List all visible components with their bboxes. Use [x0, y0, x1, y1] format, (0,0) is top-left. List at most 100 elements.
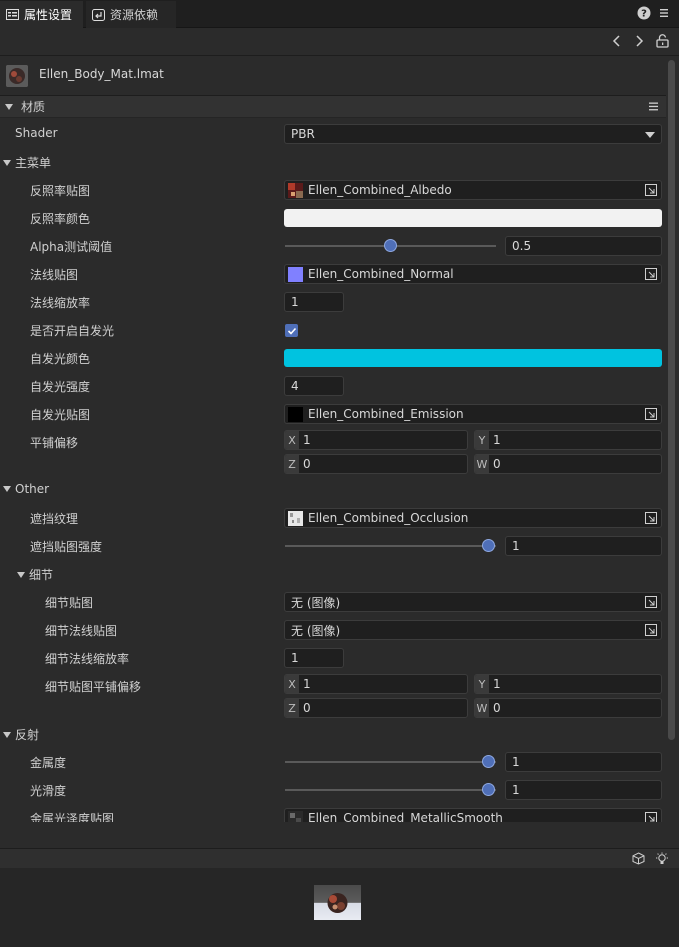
material-preview	[0, 868, 679, 947]
texture-thumbnail	[288, 266, 303, 282]
tiling-w-field[interactable]: W0	[474, 454, 662, 474]
smoothness-slider[interactable]	[285, 780, 496, 800]
property-label: 金属光泽度贴图	[30, 812, 115, 822]
emission-enable-row: 是否开启自发光	[0, 316, 666, 344]
group-main-menu[interactable]: 主菜单	[3, 154, 51, 171]
property-label: Alpha测试阈值	[30, 240, 113, 254]
tab-dependencies[interactable]: 资源依赖	[86, 1, 176, 28]
field-value: 1	[493, 433, 501, 447]
normal-scale-row: 法线缩放率 1	[0, 288, 666, 316]
axis-label: Z	[285, 455, 299, 473]
inspector-content: 材质 Shader PBR 主菜单 反照率贴图 Ellen_Combined_A…	[0, 96, 666, 822]
svg-text:?: ?	[641, 9, 647, 20]
tiling-z-field[interactable]: Z0	[284, 454, 468, 474]
detail-tiling-x-field[interactable]: X1	[284, 674, 468, 694]
tab-bar: 属性设置 资源依赖 ?	[0, 0, 679, 28]
picker-icon[interactable]	[645, 408, 657, 420]
property-label: 细节法线缩放率	[45, 652, 130, 666]
tiling-y-field[interactable]: Y1	[474, 430, 662, 450]
occlusion-texture-field[interactable]: Ellen_Combined_Occlusion	[284, 508, 662, 528]
metallic-input[interactable]: 1	[505, 752, 662, 772]
detail-normal-scale-input[interactable]: 1	[284, 648, 344, 668]
alpha-test-input[interactable]: 0.5	[505, 236, 662, 256]
property-label: 自发光强度	[30, 380, 91, 394]
normal-texture-row: 法线贴图 Ellen_Combined_Normal	[0, 260, 666, 288]
group-label: Other	[15, 482, 50, 496]
field-value: 1	[303, 677, 311, 691]
albedo-texture-field[interactable]: Ellen_Combined_Albedo	[284, 180, 662, 200]
emission-strength-row: 自发光强度 4	[0, 372, 666, 400]
emission-texture-field[interactable]: Ellen_Combined_Emission	[284, 404, 662, 424]
metallic-row: 金属度 1	[0, 748, 666, 776]
menu-icon[interactable]	[659, 8, 669, 18]
property-label: 是否开启自发光	[30, 324, 115, 338]
slider-knob[interactable]	[482, 539, 495, 552]
slider-knob[interactable]	[482, 755, 495, 768]
picker-icon[interactable]	[645, 268, 657, 280]
texture-name: Ellen_Combined_Albedo	[308, 183, 452, 197]
forward-icon[interactable]	[634, 34, 644, 48]
emission-color-swatch[interactable]	[284, 349, 662, 367]
metallic-slider[interactable]	[285, 752, 496, 772]
collapse-icon	[3, 159, 11, 166]
detail-texture-field[interactable]: 无 (图像)	[284, 592, 662, 612]
picker-icon[interactable]	[645, 512, 657, 524]
picker-icon[interactable]	[645, 812, 657, 822]
properties-icon	[6, 9, 19, 20]
menu-icon[interactable]	[649, 102, 658, 111]
emission-strength-input[interactable]: 4	[284, 376, 344, 396]
picker-icon[interactable]	[645, 624, 657, 636]
scrollbar-thumb[interactable]	[668, 60, 675, 740]
field-value: 1	[512, 783, 520, 797]
field-value: 1	[291, 651, 299, 665]
texture-name: Ellen_Combined_Normal	[308, 267, 454, 281]
picker-icon[interactable]	[645, 596, 657, 608]
detail-tiling-row: 细节贴图平铺偏移 X1 Y1 Z0 W0	[0, 672, 666, 720]
metallic-smooth-texture-field[interactable]: Ellen_Combined_MetallicSmooth	[284, 808, 662, 822]
albedo-color-swatch[interactable]	[284, 209, 662, 227]
cube-icon[interactable]	[632, 852, 645, 865]
tiling-x-field[interactable]: X1	[284, 430, 468, 450]
emission-checkbox[interactable]	[285, 324, 298, 337]
shader-dropdown[interactable]: PBR	[284, 124, 662, 144]
detail-tiling-z-field[interactable]: Z0	[284, 698, 468, 718]
normal-texture-field[interactable]: Ellen_Combined_Normal	[284, 264, 662, 284]
shader-value: PBR	[291, 127, 315, 141]
emission-color-row: 自发光颜色	[0, 344, 666, 372]
occlusion-strength-slider[interactable]	[285, 536, 496, 556]
detail-tiling-w-field[interactable]: W0	[474, 698, 662, 718]
group-other[interactable]: Other	[3, 482, 49, 496]
group-label: 反射	[15, 728, 40, 742]
tab-properties[interactable]: 属性设置	[0, 1, 83, 28]
field-value: 0	[493, 701, 501, 715]
detail-tiling-y-field[interactable]: Y1	[474, 674, 662, 694]
field-value: 0	[493, 457, 501, 471]
back-icon[interactable]	[612, 34, 622, 48]
axis-label: Y	[475, 431, 489, 449]
detail-normal-texture-field[interactable]: 无 (图像)	[284, 620, 662, 640]
alpha-test-slider[interactable]	[285, 236, 496, 256]
property-label: 金属度	[30, 756, 67, 770]
preview-toolbar	[0, 848, 679, 868]
picker-icon[interactable]	[645, 184, 657, 196]
texture-name: 无 (图像)	[291, 595, 341, 610]
light-icon[interactable]	[655, 852, 669, 866]
smoothness-input[interactable]: 1	[505, 780, 662, 800]
texture-name: Ellen_Combined_Occlusion	[308, 511, 469, 525]
slider-knob[interactable]	[384, 239, 397, 252]
occlusion-strength-input[interactable]: 1	[505, 536, 662, 556]
help-icon[interactable]: ?	[637, 6, 651, 20]
section-material[interactable]: 材质	[0, 96, 666, 118]
group-detail[interactable]: 细节	[17, 566, 53, 583]
unlock-icon[interactable]	[656, 34, 669, 48]
property-label: 细节贴图平铺偏移	[45, 680, 142, 694]
smoothness-row: 光滑度 1	[0, 776, 666, 804]
field-value: 0	[303, 457, 311, 471]
property-label: 法线贴图	[30, 268, 79, 282]
alpha-test-row: Alpha测试阈值 0.5	[0, 232, 666, 260]
axis-label: W	[475, 699, 489, 717]
group-reflection[interactable]: 反射	[3, 726, 39, 743]
normal-scale-input[interactable]: 1	[284, 292, 344, 312]
asset-header: Ellen_Body_Mat.lmat	[0, 56, 666, 96]
slider-knob[interactable]	[482, 783, 495, 796]
